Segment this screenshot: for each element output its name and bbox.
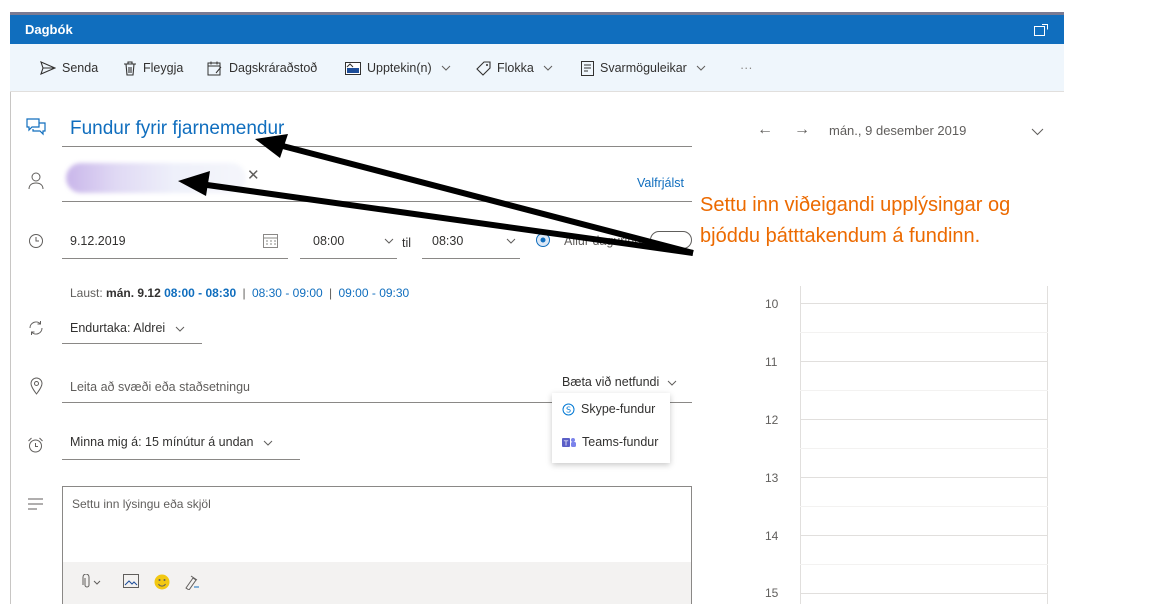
arrow-to-attendees bbox=[199, 181, 694, 256]
arrow-head-attendees bbox=[178, 171, 210, 196]
arrow-to-title bbox=[274, 141, 694, 256]
annotation-arrows bbox=[178, 134, 694, 256]
arrow-head-title bbox=[255, 134, 288, 158]
